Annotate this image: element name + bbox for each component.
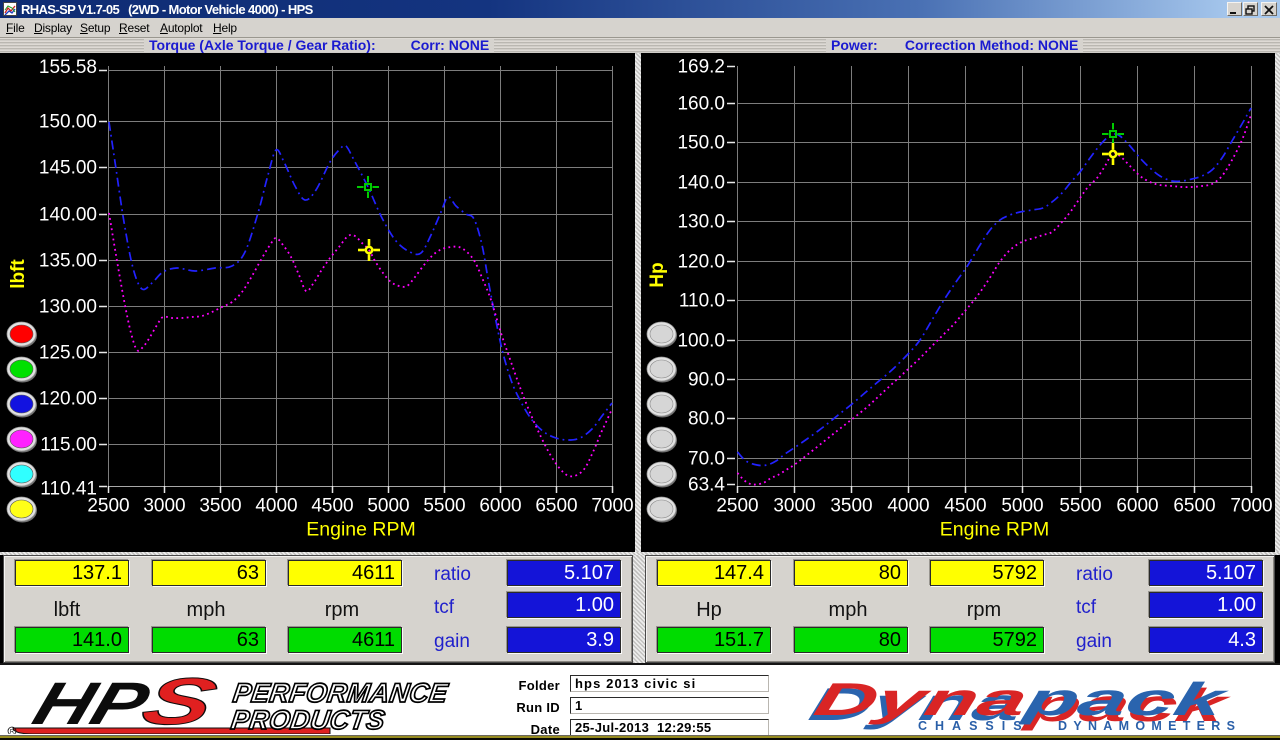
svg-text:6000: 6000 xyxy=(1116,496,1158,517)
svg-text:6500: 6500 xyxy=(1173,496,1215,517)
svg-text:130.00: 130.00 xyxy=(39,297,97,318)
svg-text:120.0: 120.0 xyxy=(677,252,725,273)
svg-text:5500: 5500 xyxy=(423,496,465,517)
svg-text:6500: 6500 xyxy=(535,496,577,517)
svg-text:3500: 3500 xyxy=(830,496,872,517)
svg-text:160.0: 160.0 xyxy=(677,94,725,115)
svg-text:Dynapack: Dynapack xyxy=(809,673,1233,725)
svg-text:145.00: 145.00 xyxy=(39,158,97,179)
svg-text:70.0: 70.0 xyxy=(688,449,725,470)
svg-text:7000: 7000 xyxy=(1230,496,1272,517)
svg-text:6000: 6000 xyxy=(479,496,521,517)
svg-text:4000: 4000 xyxy=(255,496,297,517)
svg-text:7000: 7000 xyxy=(591,496,633,517)
svg-text:2500: 2500 xyxy=(716,496,758,517)
svg-text:150.0: 150.0 xyxy=(677,133,725,154)
svg-text:115.00: 115.00 xyxy=(40,435,97,456)
svg-text:CHASSIS: CHASSIS xyxy=(918,719,1030,733)
svg-text:80.0: 80.0 xyxy=(688,409,725,430)
svg-text:125.00: 125.00 xyxy=(39,343,97,364)
svg-text:4500: 4500 xyxy=(311,496,353,517)
svg-text:140.00: 140.00 xyxy=(39,205,97,226)
svg-text:63.4: 63.4 xyxy=(688,475,725,496)
svg-text:155.58: 155.58 xyxy=(39,57,97,78)
svg-text:5500: 5500 xyxy=(1059,496,1101,517)
svg-text:130.0: 130.0 xyxy=(677,212,725,233)
svg-text:3000: 3000 xyxy=(773,496,815,517)
svg-text:90.0: 90.0 xyxy=(688,370,725,391)
svg-text:3000: 3000 xyxy=(143,496,185,517)
svg-text:5000: 5000 xyxy=(1001,496,1043,517)
svg-text:135.00: 135.00 xyxy=(39,251,97,272)
svg-text:3500: 3500 xyxy=(199,496,241,517)
svg-text:Engine RPM: Engine RPM xyxy=(940,519,1049,541)
svg-text:169.2: 169.2 xyxy=(677,57,725,78)
svg-text:110.0: 110.0 xyxy=(679,291,725,312)
svg-text:DYNAMOMETERS: DYNAMOMETERS xyxy=(1058,719,1241,733)
svg-text:Hp: Hp xyxy=(647,262,668,287)
svg-text:Engine RPM: Engine RPM xyxy=(306,519,415,541)
svg-text:5000: 5000 xyxy=(367,496,409,517)
svg-text:R: R xyxy=(10,730,15,735)
svg-text:4500: 4500 xyxy=(944,496,986,517)
svg-text:100.0: 100.0 xyxy=(677,331,725,352)
svg-text:4000: 4000 xyxy=(887,496,929,517)
svg-text:120.00: 120.00 xyxy=(39,389,97,410)
svg-text:2500: 2500 xyxy=(87,496,129,517)
svg-text:140.0: 140.0 xyxy=(677,173,725,194)
svg-text:150.00: 150.00 xyxy=(39,112,97,133)
svg-text:lbft: lbft xyxy=(8,259,29,289)
